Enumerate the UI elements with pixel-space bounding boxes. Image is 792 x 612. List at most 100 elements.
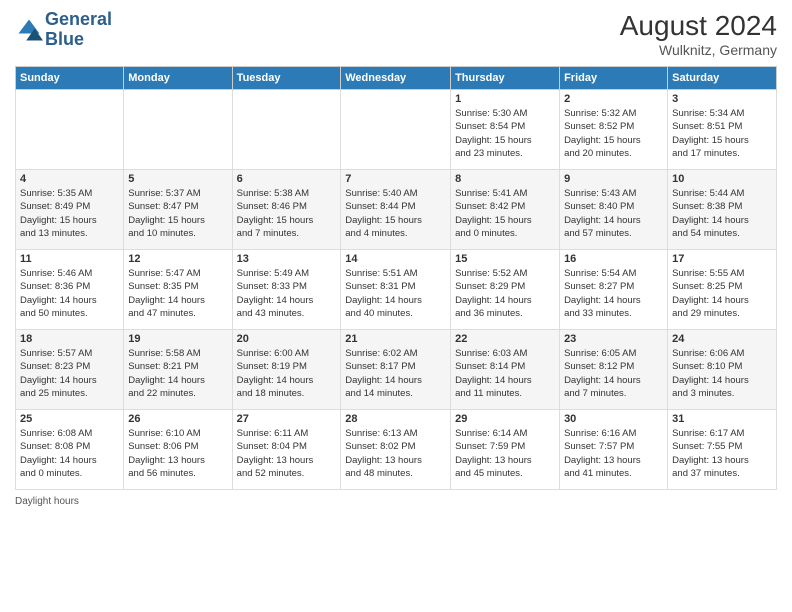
day-number: 24 [672,333,772,345]
col-header-tuesday: Tuesday [232,67,341,90]
week-row-4: 18 Sunrise: 5:57 AMSunset: 8:23 PMDayligh… [16,330,777,410]
day-number: 8 [455,173,555,185]
day-number: 4 [20,173,119,185]
day-number: 7 [345,173,446,185]
day-cell: 11Sunrise: 5:46 AMSunset: 8:36 PMDayligh… [16,250,124,330]
day-number: 17 [672,253,772,265]
day-number: 6 [237,173,337,185]
day-info: Sunrise: 5:30 AMSunset: 8:54 PMDaylight:… [455,107,555,160]
day-info: Sunrise: 5:32 AMSunset: 8:52 PMDaylight:… [564,107,663,160]
day-info: Sunrise: 6:17 AMSunset: 7:55 PMDaylight:… [672,427,772,480]
day-info: Sunrise: 6:06 AMSunset: 8:10 PMDaylight:… [672,347,772,400]
day-cell: 28 Sunrise: 6:13 AMSunset: 8:02 PMDayligh… [341,410,451,490]
day-number: 31 [672,413,772,425]
day-cell [16,90,124,170]
day-number: 5 [128,173,227,185]
day-info: Sunrise: 6:08 AMSunset: 8:08 PMDaylight:… [20,427,119,480]
day-cell: 4Sunrise: 5:35 AMSunset: 8:49 PMDaylight… [16,170,124,250]
day-number: 12 [128,253,227,265]
week-row-5: 25 Sunrise: 6:08 AMSunset: 8:08 PMDayligh… [16,410,777,490]
day-number: 28 [345,413,446,425]
day-info: Sunrise: 6:14 AMSunset: 7:59 PMDaylight:… [455,427,555,480]
day-info: Sunrise: 6:13 AMSunset: 8:02 PMDaylight:… [345,427,446,480]
day-cell: 10 Sunrise: 5:44 AMSunset: 8:38 PMDayligh… [668,170,777,250]
day-cell: 30 Sunrise: 6:16 AMSunset: 7:57 PMDayligh… [560,410,668,490]
day-cell: 29 Sunrise: 6:14 AMSunset: 7:59 PMDayligh… [451,410,560,490]
day-number: 30 [564,413,663,425]
day-number: 22 [455,333,555,345]
day-number: 18 [20,333,119,345]
week-row-1: 1 Sunrise: 5:30 AMSunset: 8:54 PMDaylight… [16,90,777,170]
day-number: 2 [564,93,663,105]
day-number: 23 [564,333,663,345]
day-info: Sunrise: 5:44 AMSunset: 8:38 PMDaylight:… [672,187,772,240]
logo-line1: General [45,10,112,30]
day-cell: 22 Sunrise: 6:03 AMSunset: 8:14 PMDayligh… [451,330,560,410]
day-number: 20 [237,333,337,345]
day-info: Sunrise: 5:58 AMSunset: 8:21 PMDaylight:… [128,347,227,400]
logo-line2: Blue [45,30,112,50]
day-number: 19 [128,333,227,345]
day-cell: 18 Sunrise: 5:57 AMSunset: 8:23 PMDayligh… [16,330,124,410]
day-cell: 12Sunrise: 5:47 AMSunset: 8:35 PMDayligh… [124,250,232,330]
day-number: 3 [672,93,772,105]
week-row-2: 4Sunrise: 5:35 AMSunset: 8:49 PMDaylight… [16,170,777,250]
day-number: 14 [345,253,446,265]
day-info: Sunrise: 5:38 AMSunset: 8:46 PMDaylight:… [237,187,337,240]
day-cell: 21 Sunrise: 6:02 AMSunset: 8:17 PMDayligh… [341,330,451,410]
day-cell: 27Sunrise: 6:11 AMSunset: 8:04 PMDayligh… [232,410,341,490]
day-cell: 7Sunrise: 5:40 AMSunset: 8:44 PMDaylight… [341,170,451,250]
day-info: Sunrise: 6:03 AMSunset: 8:14 PMDaylight:… [455,347,555,400]
day-number: 15 [455,253,555,265]
day-cell: 20 Sunrise: 6:00 AMSunset: 8:19 PMDayligh… [232,330,341,410]
day-cell: 17 Sunrise: 5:55 AMSunset: 8:25 PMDayligh… [668,250,777,330]
footer: Daylight hours [15,496,777,507]
daylight-label: Daylight hours [15,496,79,507]
day-info: Sunrise: 5:41 AMSunset: 8:42 PMDaylight:… [455,187,555,240]
day-number: 1 [455,93,555,105]
day-info: Sunrise: 6:02 AMSunset: 8:17 PMDaylight:… [345,347,446,400]
day-cell: 13Sunrise: 5:49 AMSunset: 8:33 PMDayligh… [232,250,341,330]
day-cell: 2 Sunrise: 5:32 AMSunset: 8:52 PMDaylight… [560,90,668,170]
day-cell: 23Sunrise: 6:05 AMSunset: 8:12 PMDayligh… [560,330,668,410]
day-number: 29 [455,413,555,425]
day-cell: 25 Sunrise: 6:08 AMSunset: 8:08 PMDayligh… [16,410,124,490]
day-cell: 14 Sunrise: 5:51 AMSunset: 8:31 PMDayligh… [341,250,451,330]
day-number: 21 [345,333,446,345]
day-info: Sunrise: 6:16 AMSunset: 7:57 PMDaylight:… [564,427,663,480]
day-cell: 1 Sunrise: 5:30 AMSunset: 8:54 PMDaylight… [451,90,560,170]
day-info: Sunrise: 5:57 AMSunset: 8:23 PMDaylight:… [20,347,119,400]
location: Wulknitz, Germany [620,42,777,58]
col-header-sunday: Sunday [16,67,124,90]
day-cell: 15 Sunrise: 5:52 AMSunset: 8:29 PMDayligh… [451,250,560,330]
day-cell: 3 Sunrise: 5:34 AMSunset: 8:51 PMDaylight… [668,90,777,170]
col-header-friday: Friday [560,67,668,90]
day-cell: 6 Sunrise: 5:38 AMSunset: 8:46 PMDaylight… [232,170,341,250]
day-cell [341,90,451,170]
day-info: Sunrise: 6:10 AMSunset: 8:06 PMDaylight:… [128,427,227,480]
col-header-saturday: Saturday [668,67,777,90]
day-number: 25 [20,413,119,425]
day-cell: 5 Sunrise: 5:37 AMSunset: 8:47 PMDaylight… [124,170,232,250]
day-number: 10 [672,173,772,185]
day-info: Sunrise: 5:54 AMSunset: 8:27 PMDaylight:… [564,267,663,320]
calendar-header-row: SundayMondayTuesdayWednesdayThursdayFrid… [16,67,777,90]
day-cell: 24 Sunrise: 6:06 AMSunset: 8:10 PMDayligh… [668,330,777,410]
day-cell [232,90,341,170]
day-number: 9 [564,173,663,185]
day-info: Sunrise: 5:43 AMSunset: 8:40 PMDaylight:… [564,187,663,240]
day-cell: 31 Sunrise: 6:17 AMSunset: 7:55 PMDayligh… [668,410,777,490]
header: General Blue August 2024 Wulknitz, Germa… [15,10,777,58]
day-info: Sunrise: 5:34 AMSunset: 8:51 PMDaylight:… [672,107,772,160]
day-info: Sunrise: 5:51 AMSunset: 8:31 PMDaylight:… [345,267,446,320]
month-year: August 2024 [620,10,777,42]
day-cell: 9 Sunrise: 5:43 AMSunset: 8:40 PMDaylight… [560,170,668,250]
day-info: Sunrise: 5:37 AMSunset: 8:47 PMDaylight:… [128,187,227,240]
week-row-3: 11Sunrise: 5:46 AMSunset: 8:36 PMDayligh… [16,250,777,330]
day-cell [124,90,232,170]
day-info: Sunrise: 5:52 AMSunset: 8:29 PMDaylight:… [455,267,555,320]
day-info: Sunrise: 5:55 AMSunset: 8:25 PMDaylight:… [672,267,772,320]
day-info: Sunrise: 6:00 AMSunset: 8:19 PMDaylight:… [237,347,337,400]
day-info: Sunrise: 5:46 AMSunset: 8:36 PMDaylight:… [20,267,119,320]
day-number: 26 [128,413,227,425]
